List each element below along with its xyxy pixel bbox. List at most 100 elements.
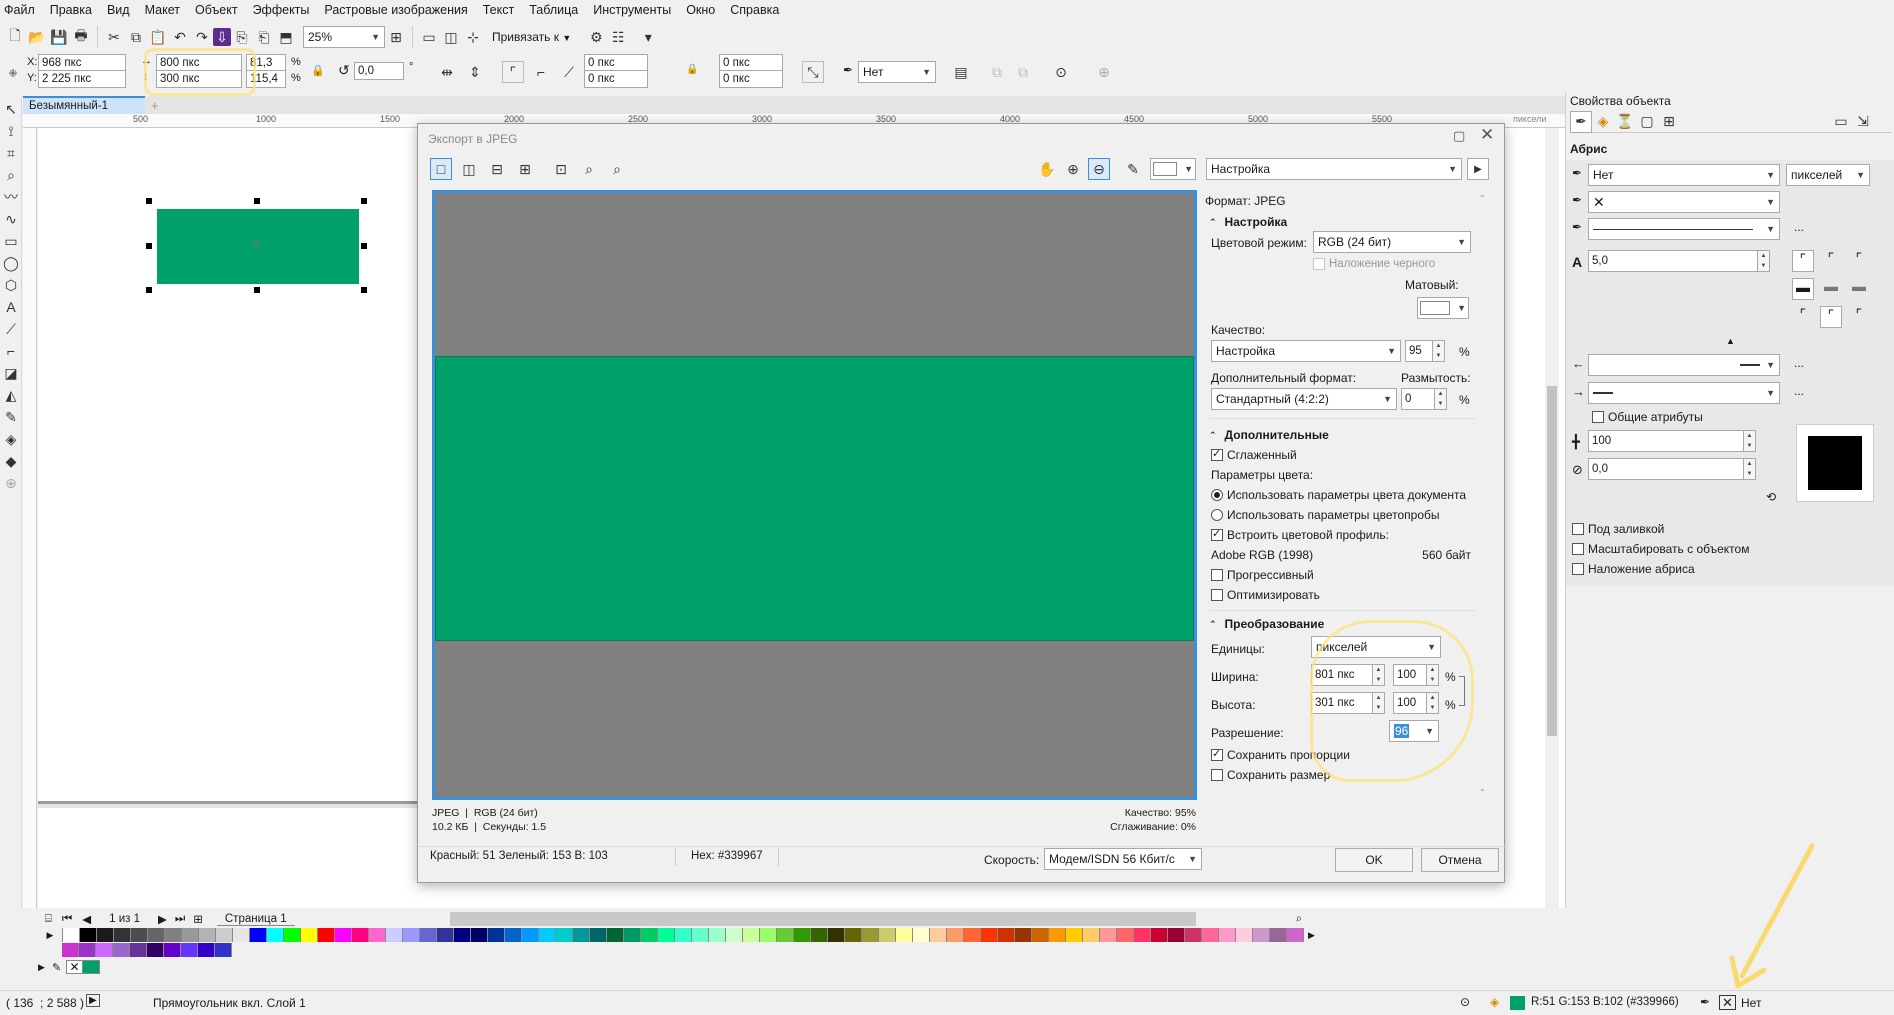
- palette-swatch[interactable]: [113, 943, 130, 957]
- palette-swatch[interactable]: [130, 943, 147, 957]
- palette-swatch[interactable]: [97, 928, 114, 942]
- more-style-button[interactable]: ...: [1794, 220, 1804, 234]
- eyedropper-tool-icon[interactable]: ✎: [0, 406, 22, 428]
- antialias-checkbox[interactable]: Сглаженный: [1211, 447, 1297, 462]
- redo-icon[interactable]: ↷: [191, 26, 213, 48]
- split-vertical-icon[interactable]: ◫: [458, 158, 480, 180]
- keep-ratio-check[interactable]: [1211, 747, 1223, 761]
- snap-to-button[interactable]: Привязать к ▼: [492, 30, 571, 44]
- palette-swatch[interactable]: [62, 943, 79, 957]
- palette-swatch[interactable]: [318, 928, 335, 942]
- miter-limit-spinner[interactable]: 5,0 ▲ ▼: [1588, 250, 1770, 272]
- palette-swatch[interactable]: [79, 943, 96, 957]
- palette-swatch[interactable]: [1287, 928, 1304, 942]
- height-percent-spinner[interactable]: 100 ▲ ▼: [1393, 692, 1439, 714]
- menu-help[interactable]: Справка: [730, 3, 779, 17]
- use-proof-color-radio[interactable]: Использовать параметры цветопробы: [1211, 508, 1440, 522]
- zoom-100-icon[interactable]: ⌕: [606, 158, 628, 180]
- scale-with-object-checkbox[interactable]: Масштабировать с объектом: [1572, 542, 1749, 556]
- pick-tool-icon[interactable]: ↖: [0, 98, 22, 120]
- stretch-spinner[interactable]: 100 ▲ ▼: [1588, 430, 1756, 452]
- zoom-in-icon[interactable]: ⊕: [1062, 158, 1084, 180]
- palette-swatch[interactable]: [63, 928, 80, 942]
- palette-swatch[interactable]: [522, 928, 539, 942]
- palette-swatch[interactable]: [862, 928, 879, 942]
- width-percent-spinner[interactable]: 100 ▲ ▼: [1393, 664, 1439, 686]
- selection-handle[interactable]: [146, 287, 152, 293]
- app-launcher-icon[interactable]: ▾: [637, 26, 659, 48]
- summary-tab-icon[interactable]: ⊞: [1658, 111, 1680, 133]
- behind-fill-check[interactable]: [1572, 523, 1584, 535]
- common-attrs-checkbox[interactable]: Общие атрибуты: [1592, 410, 1703, 424]
- palette-swatch[interactable]: [1151, 928, 1168, 942]
- height-field[interactable]: 300 пкс: [156, 70, 242, 88]
- wrap-text-icon[interactable]: ▤: [950, 61, 972, 83]
- palette-swatch[interactable]: [182, 928, 199, 942]
- palette-swatch[interactable]: [624, 928, 641, 942]
- palette-scroll-left-icon[interactable]: ▶: [38, 930, 62, 941]
- corner-miter-icon[interactable]: ⌜: [1792, 250, 1814, 272]
- palette-swatch[interactable]: [794, 928, 811, 942]
- ok-button[interactable]: OK: [1335, 848, 1413, 872]
- selection-handle[interactable]: [254, 198, 260, 204]
- selection-handle[interactable]: [254, 287, 260, 293]
- palette-swatch[interactable]: [437, 928, 454, 942]
- publish-pdf-icon[interactable]: ⬒: [275, 26, 297, 48]
- palette-swatch[interactable]: [284, 928, 301, 942]
- spin-arrows-icon[interactable]: ▲ ▼: [1744, 458, 1756, 480]
- palette-swatch[interactable]: [573, 928, 590, 942]
- palette-swatch[interactable]: [215, 943, 232, 957]
- cap-butt-icon[interactable]: ▬: [1792, 278, 1814, 300]
- start-arrow-select[interactable]: ▼: [1588, 354, 1780, 376]
- palette-swatch[interactable]: [777, 928, 794, 942]
- start-arrow-more[interactable]: ...: [1794, 356, 1804, 370]
- miter-limit-value[interactable]: 5,0: [1588, 250, 1758, 272]
- palette-swatch[interactable]: [250, 928, 267, 942]
- save-icon[interactable]: 💾: [48, 26, 70, 48]
- spin-arrows-icon[interactable]: ▲ ▼: [1373, 692, 1385, 714]
- palette-swatch[interactable]: [80, 928, 97, 942]
- smart-fill-icon[interactable]: ◆: [0, 450, 22, 472]
- palette-swatch[interactable]: [148, 928, 165, 942]
- palette-swatch[interactable]: [1202, 928, 1219, 942]
- scale-with-object-check[interactable]: [1572, 543, 1584, 555]
- palette-swatch[interactable]: [181, 943, 198, 957]
- fit-preview-icon[interactable]: ⊡: [550, 158, 572, 180]
- palette-swatch[interactable]: [811, 928, 828, 942]
- scroll-down-icon[interactable]: ⌄: [1479, 784, 1486, 793]
- next-page-icon[interactable]: ▶: [158, 912, 167, 926]
- zoom-out-icon[interactable]: ⊖: [1088, 158, 1110, 180]
- use-doc-radio[interactable]: [1211, 489, 1223, 501]
- height-percent-field[interactable]: 115,4: [246, 70, 286, 88]
- palette-swatch[interactable]: [1049, 928, 1066, 942]
- palette-swatch[interactable]: [1134, 928, 1151, 942]
- corner-bevel-icon[interactable]: ⌜: [1848, 250, 1870, 267]
- collapse-caret-icon[interactable]: ▲: [1726, 336, 1735, 346]
- convert-to-curves-icon[interactable]: ⊙: [1050, 61, 1072, 83]
- palette-swatch[interactable]: [913, 928, 930, 942]
- actual-size-icon[interactable]: ⌕: [578, 158, 600, 180]
- text-tool-icon[interactable]: A: [0, 296, 22, 318]
- speed-combo[interactable]: Модем/ISDN 56 Кбит/с ▼: [1044, 848, 1202, 870]
- optimize-checkbox[interactable]: Оптимизировать: [1211, 588, 1320, 602]
- quad-preview-icon[interactable]: ⊞: [514, 158, 536, 180]
- keep-size-checkbox[interactable]: Сохранить размер: [1211, 768, 1330, 782]
- cap-round-icon[interactable]: ▬: [1820, 278, 1842, 294]
- palette-swatch[interactable]: [165, 928, 182, 942]
- zoom-fit-icon[interactable]: ⊞: [385, 26, 407, 48]
- crop-tool-icon[interactable]: ⌗: [0, 142, 22, 164]
- optimize-check[interactable]: [1211, 589, 1223, 601]
- selection-handle[interactable]: [146, 243, 152, 249]
- settings-scrollbar[interactable]: ⌃ ⌄: [1478, 194, 1490, 799]
- selection-handle[interactable]: [361, 287, 367, 293]
- overprint-outline-checkbox[interactable]: Наложение абриса: [1572, 562, 1695, 576]
- palette-swatch[interactable]: [896, 928, 913, 942]
- menu-table[interactable]: Таблица: [529, 3, 578, 17]
- selection-handle[interactable]: [361, 198, 367, 204]
- corner-radius-4[interactable]: 0 пкс: [719, 70, 783, 88]
- angle-spinner[interactable]: 0,0 ▲ ▼: [1588, 458, 1756, 480]
- parallel-dimension-icon[interactable]: ⟋: [0, 318, 22, 340]
- palette-swatch[interactable]: [930, 928, 947, 942]
- palette-swatch[interactable]: [199, 928, 216, 942]
- width-percent-value[interactable]: 100: [1393, 664, 1427, 686]
